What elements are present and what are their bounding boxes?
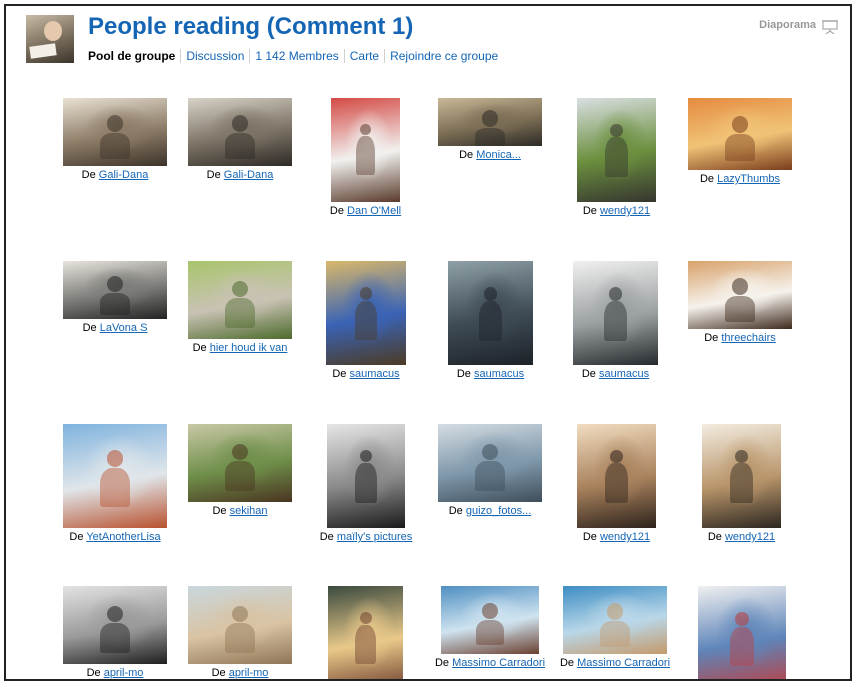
author-link[interactable]: threechairs xyxy=(721,332,775,344)
photo-thumbnail[interactable] xyxy=(188,98,292,166)
author-link[interactable]: saumacus xyxy=(349,368,399,380)
photo-caption: De threechairs xyxy=(704,332,776,345)
caption-prefix: De xyxy=(459,149,477,161)
caption-prefix: De xyxy=(69,531,87,543)
author-link[interactable]: Gali-Dana xyxy=(224,169,274,181)
author-link[interactable]: Massimo Carradori xyxy=(577,657,670,669)
photo-grid: De Gali-Dana De Gali-Dana De Dan O'Mell De … xyxy=(6,6,850,679)
caption-prefix: De xyxy=(448,505,466,517)
photo-thumbnail[interactable] xyxy=(327,424,405,528)
author-link[interactable]: Dan O'Mell xyxy=(347,205,401,217)
caption-prefix: De xyxy=(206,169,224,181)
photo-thumbnail[interactable] xyxy=(63,98,167,166)
photo-caption: De april-mo xyxy=(86,667,144,679)
author-link[interactable]: LaVona S xyxy=(100,322,148,334)
photo-caption: De YetAnotherLisa xyxy=(69,531,160,544)
photo-caption: De LazyThumbs xyxy=(700,173,780,186)
photo-thumbnail[interactable] xyxy=(63,424,167,528)
photo-thumbnail[interactable] xyxy=(448,261,533,365)
photo-thumbnail[interactable] xyxy=(688,261,792,329)
photo-thumbnail[interactable] xyxy=(331,98,400,202)
photo-caption: De saumacus xyxy=(582,368,649,381)
photo-thumbnail[interactable] xyxy=(563,586,667,654)
author-link[interactable]: guizo_fotos... xyxy=(466,505,531,517)
author-link[interactable]: Gali-Dana xyxy=(99,169,149,181)
photo-caption: De sekihan xyxy=(212,505,267,518)
author-link[interactable]: saumacus xyxy=(474,368,524,380)
photo-thumbnail[interactable] xyxy=(702,424,781,528)
author-link[interactable]: wendy121 xyxy=(600,205,650,217)
caption-prefix: De xyxy=(86,667,104,679)
photo-caption: De Massimo Carradori xyxy=(435,657,545,670)
author-link[interactable]: Monica... xyxy=(476,149,521,161)
photo-caption: De LaVona S xyxy=(83,322,148,335)
photo-caption: De Gali-Dana xyxy=(82,169,149,182)
photo-thumbnail[interactable] xyxy=(688,98,792,170)
page-frame: People reading (Comment 1) Pool de group… xyxy=(4,4,852,681)
photo-caption: De saumacus xyxy=(457,368,524,381)
caption-prefix: De xyxy=(329,205,348,217)
caption-prefix: De xyxy=(211,667,229,679)
caption-prefix: De xyxy=(581,368,599,380)
caption-prefix: De xyxy=(704,332,722,344)
photo-caption: De Massimo Carradori xyxy=(560,657,670,670)
caption-prefix: De xyxy=(332,368,350,380)
caption-prefix: De xyxy=(81,169,99,181)
author-link[interactable]: hier houd ik van xyxy=(210,342,288,354)
photo-caption: De saumacus xyxy=(332,368,399,381)
photo-caption: De hier houd ik van xyxy=(193,342,288,355)
photo-caption: De wendy121 xyxy=(708,531,775,544)
photo-caption: De april-mo xyxy=(211,667,269,679)
author-link[interactable]: wendy121 xyxy=(600,531,650,543)
author-link[interactable]: saumacus xyxy=(599,368,649,380)
caption-prefix: De xyxy=(456,368,474,380)
photo-thumbnail[interactable] xyxy=(441,586,539,654)
photo-thumbnail[interactable] xyxy=(698,586,786,679)
caption-prefix: De xyxy=(434,657,453,669)
photo-caption: De Dan O'Mell xyxy=(330,205,401,218)
author-link[interactable]: Massimo Carradori xyxy=(452,657,545,669)
photo-thumbnail[interactable] xyxy=(577,424,656,528)
author-link[interactable]: maïly's pictures xyxy=(337,531,412,543)
author-link[interactable]: april-mo xyxy=(229,667,269,679)
photo-thumbnail[interactable] xyxy=(188,586,292,664)
photo-thumbnail[interactable] xyxy=(63,586,167,664)
caption-prefix: De xyxy=(582,205,600,217)
photo-caption: De maïly's pictures xyxy=(320,531,413,544)
photo-thumbnail[interactable] xyxy=(438,98,542,146)
photo-thumbnail[interactable] xyxy=(188,261,292,339)
author-link[interactable]: wendy121 xyxy=(725,531,775,543)
caption-prefix: De xyxy=(192,342,210,354)
author-link[interactable]: LazyThumbs xyxy=(717,173,780,185)
photo-caption: De wendy121 xyxy=(583,531,650,544)
photo-thumbnail[interactable] xyxy=(188,424,292,502)
author-link[interactable]: sekihan xyxy=(230,505,268,517)
photo-thumbnail[interactable] xyxy=(328,586,403,679)
photo-thumbnail[interactable] xyxy=(63,261,167,319)
photo-thumbnail[interactable] xyxy=(438,424,542,502)
caption-prefix: De xyxy=(699,173,718,185)
caption-prefix: De xyxy=(707,531,725,543)
caption-prefix: De xyxy=(82,322,100,334)
photo-thumbnail[interactable] xyxy=(326,261,406,365)
photo-caption: De guizo_fotos... xyxy=(449,505,532,518)
author-link[interactable]: YetAnotherLisa xyxy=(86,531,160,543)
photo-caption: De Gali-Dana xyxy=(207,169,274,182)
photo-caption: De Monica... xyxy=(459,149,521,162)
caption-prefix: De xyxy=(319,531,337,543)
caption-prefix: De xyxy=(212,505,230,517)
caption-prefix: De xyxy=(559,657,578,669)
author-link[interactable]: april-mo xyxy=(104,667,144,679)
photo-thumbnail[interactable] xyxy=(577,98,656,202)
photo-thumbnail[interactable] xyxy=(573,261,658,365)
photo-caption: De wendy121 xyxy=(583,205,650,218)
caption-prefix: De xyxy=(582,531,600,543)
